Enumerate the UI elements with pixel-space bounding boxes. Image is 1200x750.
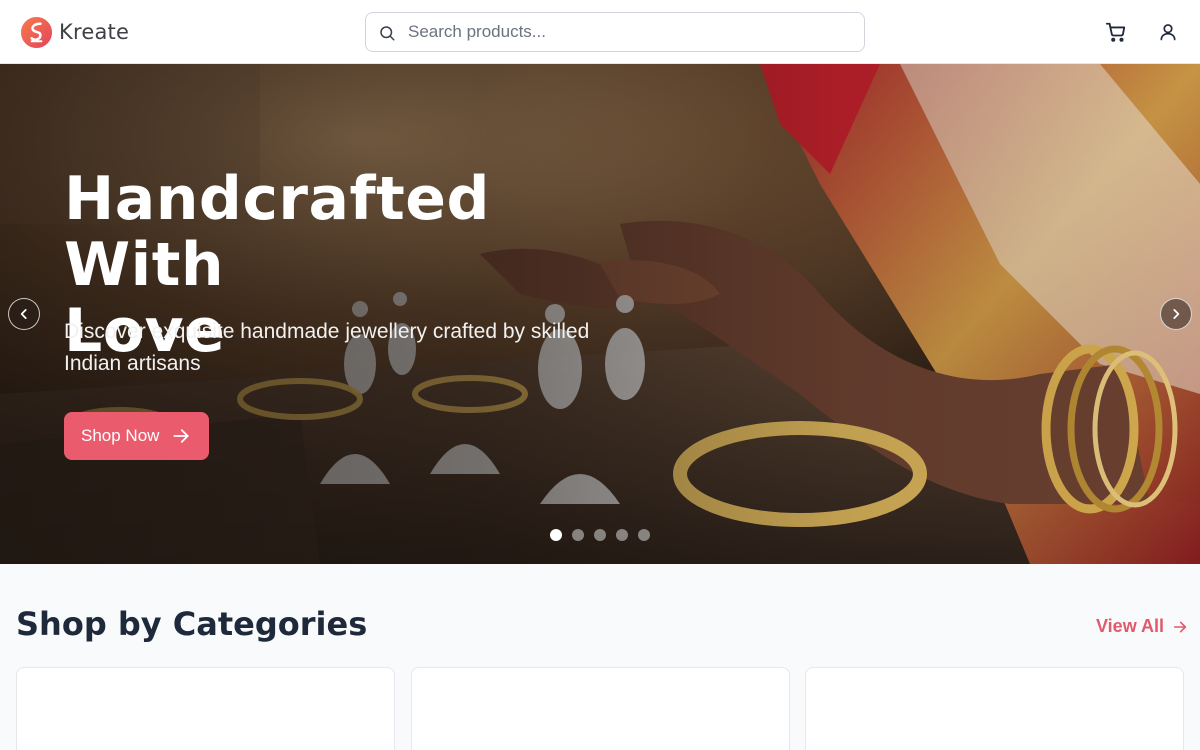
carousel-dot-4[interactable] — [616, 529, 628, 541]
search-input[interactable] — [408, 13, 848, 51]
category-card[interactable] — [411, 667, 790, 750]
header: Kreate — [0, 0, 1200, 64]
account-button[interactable] — [1156, 20, 1180, 44]
chevron-left-icon — [20, 309, 27, 319]
carousel-dot-2[interactable] — [572, 529, 584, 541]
view-all-label: View All — [1096, 616, 1165, 636]
carousel-dot-5[interactable] — [638, 529, 650, 541]
carousel-prev-button[interactable] — [8, 298, 40, 330]
view-all-link[interactable]: View All — [1096, 616, 1188, 637]
category-card[interactable] — [16, 667, 395, 750]
user-icon — [1160, 24, 1176, 41]
search-bar — [365, 12, 865, 52]
brand-name: Kreate — [59, 20, 130, 44]
search-icon — [380, 26, 395, 41]
logo[interactable]: Kreate — [20, 15, 129, 49]
category-card[interactable] — [805, 667, 1184, 750]
kreate-logo-icon — [20, 16, 53, 48]
arrow-right-icon — [1173, 621, 1187, 632]
arrow-right-icon — [173, 429, 189, 443]
cart-button[interactable] — [1104, 20, 1128, 44]
hero-subtitle: Discover exquisite handmade jewellery cr… — [64, 320, 590, 375]
chevron-right-icon — [1173, 309, 1180, 319]
carousel-dot-3[interactable] — [594, 529, 606, 541]
cart-icon — [1105, 22, 1126, 42]
hero-banner: Handcrafted With Love Discover exquisite… — [0, 64, 1200, 564]
shop-now-button[interactable]: Shop Now — [64, 412, 209, 460]
section-title: Shop by Categories — [16, 605, 368, 643]
shop-now-label: Shop Now — [81, 426, 160, 445]
categories-section: Shop by Categories View All — [0, 564, 1200, 750]
carousel-dot-1[interactable] — [550, 529, 562, 541]
carousel-dots — [550, 529, 650, 541]
carousel-next-button[interactable] — [1160, 298, 1192, 330]
